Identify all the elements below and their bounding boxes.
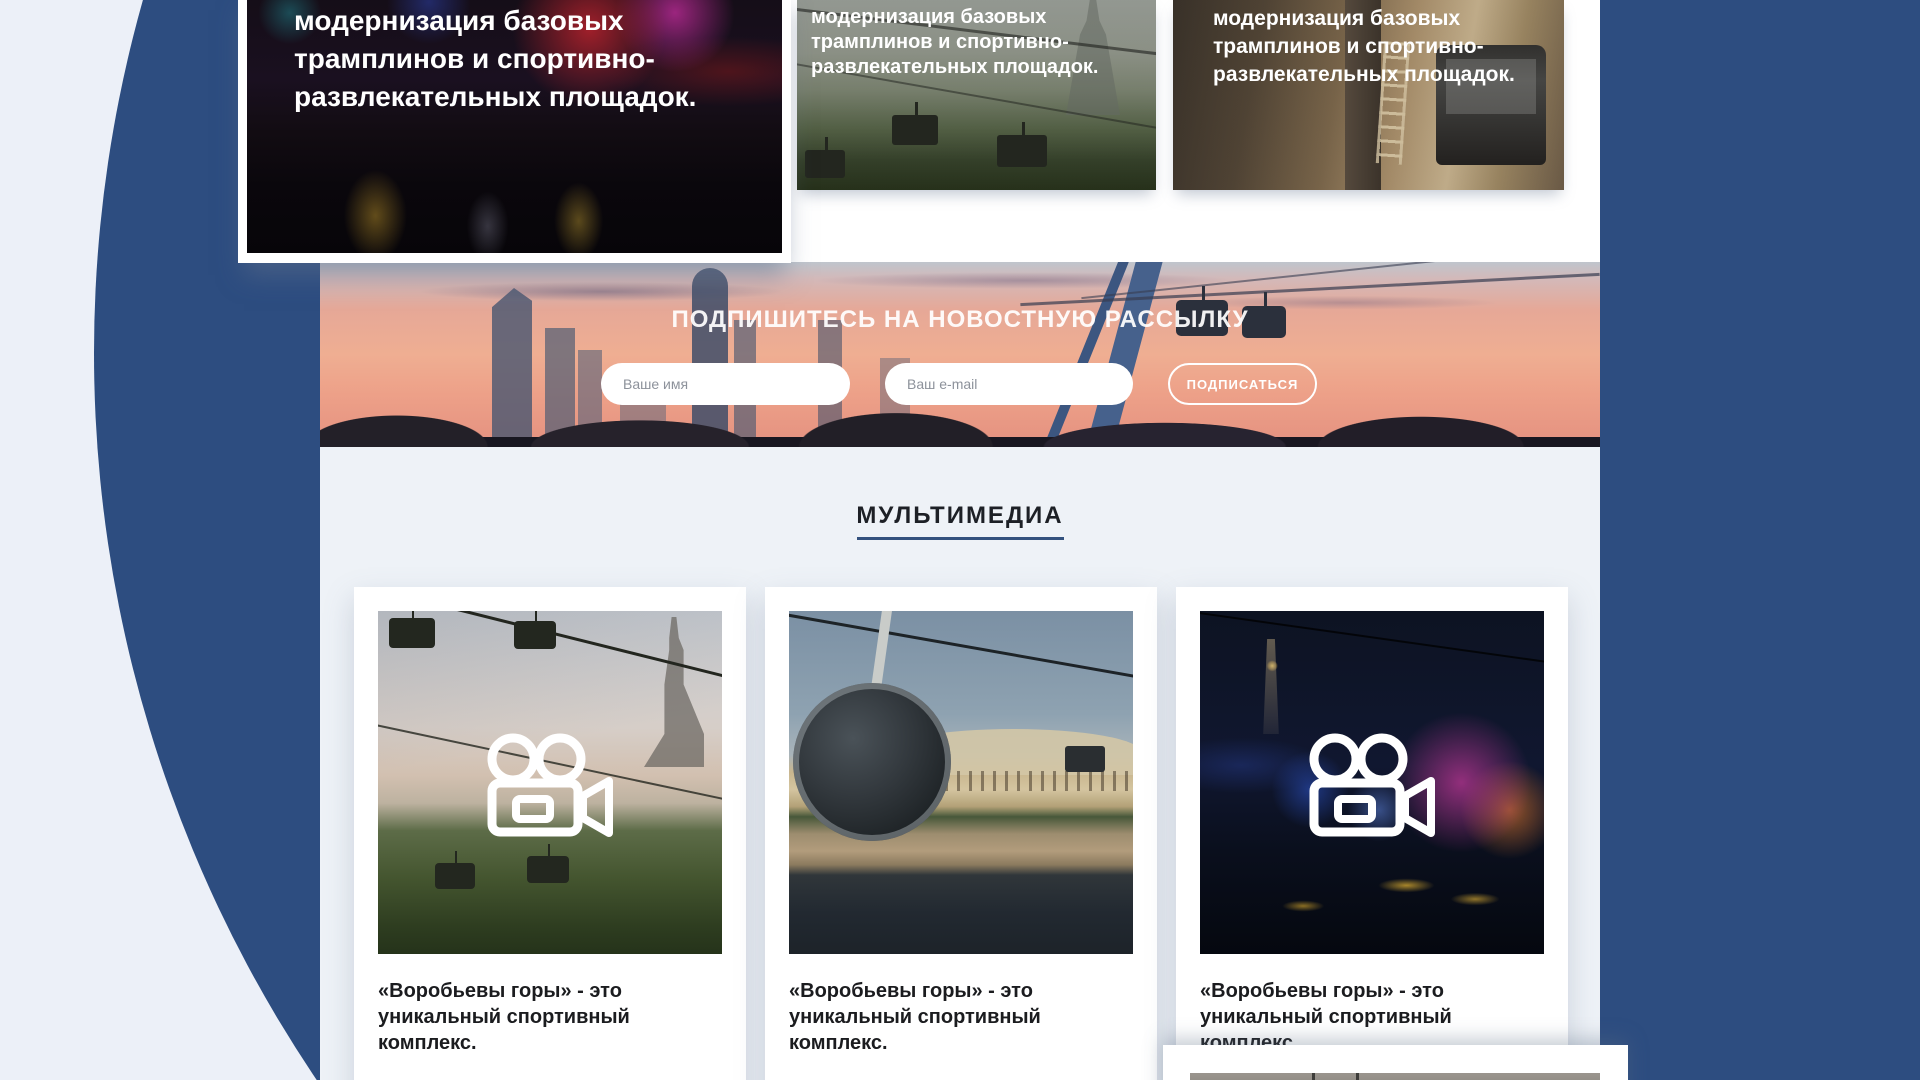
- slide-caption: модернизация базовых трамплинов и спорти…: [1213, 5, 1548, 89]
- tower-silhouette: [1258, 639, 1284, 734]
- carousel-slide[interactable]: модернизация базовых трамплинов и спорти…: [1173, 0, 1564, 190]
- cable-car-silhouette: [435, 863, 475, 889]
- newsletter-banner: ПОДПИШИТЕСЬ НА НОВОСТНУЮ РАССЫЛКУ ПОДПИС…: [320, 262, 1600, 447]
- banner-photo: [320, 262, 1600, 447]
- carousel-slide-active[interactable]: модернизация базовых трамплинов и спорти…: [238, 0, 791, 263]
- multimedia-thumbnail[interactable]: [1200, 611, 1544, 954]
- newsletter-title: ПОДПИШИТЕСЬ НА НОВОСТНУЮ РАССЫЛКУ: [320, 306, 1600, 334]
- cable-car-silhouette: [389, 618, 435, 648]
- heading-underline: [857, 537, 1064, 540]
- cable-car-silhouette: [892, 115, 938, 145]
- gondola-cabin: [793, 683, 951, 841]
- cable-car-silhouette: [997, 135, 1047, 167]
- email-input[interactable]: [885, 363, 1133, 405]
- subscribe-button[interactable]: ПОДПИСАТЬСЯ: [1168, 363, 1317, 405]
- multimedia-thumbnail[interactable]: [789, 611, 1133, 954]
- video-camera-icon[interactable]: [486, 733, 614, 837]
- slide-photo: модернизация базовых трамплинов и спорти…: [247, 0, 782, 253]
- cable-car-silhouette: [527, 856, 569, 883]
- multimedia-section-header: МУЛЬТИМЕДИА: [320, 502, 1600, 540]
- tree-silhouettes: [320, 401, 1600, 447]
- peeking-card-image: [1190, 1073, 1600, 1080]
- multimedia-card[interactable]: «Воробьевы горы» - это уникальный спорти…: [1176, 587, 1568, 1080]
- multimedia-caption: «Воробьевы горы» - это уникальный спорти…: [378, 978, 722, 1056]
- multimedia-heading: МУЛЬТИМЕДИА: [856, 502, 1063, 529]
- cable-line: [789, 611, 1133, 682]
- multimedia-card[interactable]: «Воробьевы горы» - это уникальный спорти…: [354, 587, 746, 1080]
- slide-caption: модернизация базовых трамплинов и спорти…: [294, 2, 758, 116]
- gondola-arm: [871, 611, 893, 689]
- multimedia-caption: «Воробьевы горы» - это уникальный спорти…: [789, 978, 1133, 1056]
- multimedia-card[interactable]: «Воробьевы горы» - это уникальный спорти…: [765, 587, 1157, 1080]
- peeking-card[interactable]: [1163, 1045, 1628, 1080]
- carousel-slide[interactable]: модернизация базовых трамплинов и спорти…: [797, 0, 1156, 190]
- video-camera-icon[interactable]: [1308, 733, 1436, 837]
- name-input[interactable]: [601, 363, 850, 405]
- cable-car-silhouette: [805, 150, 845, 178]
- cable-line: [1200, 611, 1544, 667]
- multimedia-thumbnail[interactable]: [378, 611, 722, 954]
- newsletter-form: ПОДПИСАТЬСЯ: [601, 363, 1317, 405]
- page: ПОДПИШИТЕСЬ НА НОВОСТНУЮ РАССЫЛКУ ПОДПИС…: [0, 0, 1920, 1080]
- cable-car-silhouette: [514, 621, 556, 649]
- slide-caption: модернизация базовых трамплинов и спорти…: [811, 5, 1144, 80]
- cable-car-silhouette: [1065, 746, 1105, 772]
- tower-silhouette: [644, 617, 704, 767]
